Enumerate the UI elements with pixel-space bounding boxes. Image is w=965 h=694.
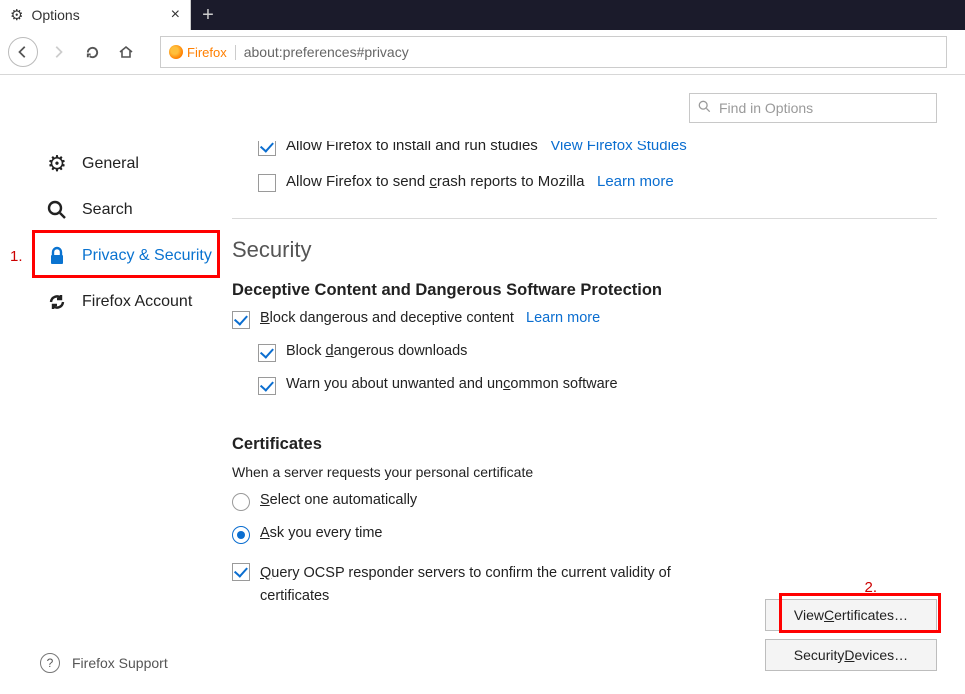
- sidebar-item-privacy-security[interactable]: Privacy & Security: [6, 233, 232, 279]
- reload-button[interactable]: [78, 38, 106, 66]
- new-tab-button[interactable]: +: [191, 0, 225, 30]
- home-button[interactable]: [112, 38, 140, 66]
- identity-label: Firefox: [187, 45, 227, 60]
- back-button[interactable]: [8, 37, 38, 67]
- cert-select-auto-radio[interactable]: [232, 493, 250, 511]
- search-placeholder: Find in Options: [719, 100, 813, 116]
- nav-toolbar: Firefox about:preferences#privacy: [0, 30, 965, 75]
- content-pane: Find in Options Allow Firefox to install…: [232, 75, 965, 694]
- forward-button[interactable]: [44, 38, 72, 66]
- sidebar-item-search[interactable]: Search: [6, 187, 232, 233]
- sidebar-item-label: Privacy & Security: [82, 247, 212, 265]
- identity-box[interactable]: Firefox: [161, 45, 236, 60]
- find-in-options[interactable]: Find in Options: [689, 93, 937, 123]
- crash-label: Allow Firefox to send crash reports to M…: [286, 173, 584, 190]
- ocsp-row: Query OCSP responder servers to confirm …: [232, 562, 702, 608]
- browser-tab-options[interactable]: ⚙ Options ×: [0, 0, 191, 30]
- cert-select-auto-row: Select one automatically: [232, 492, 937, 511]
- search-icon: [698, 100, 711, 116]
- cert-ask-row: Ask you every time: [232, 525, 937, 544]
- gear-icon: ⚙: [10, 6, 23, 24]
- tab-strip: ⚙ Options × +: [0, 0, 965, 30]
- sidebar-footer-label: Firefox Support: [72, 655, 168, 671]
- cutoff-row-studies: Allow Firefox to install and run studies…: [232, 141, 937, 159]
- sidebar-item-label: General: [82, 155, 139, 173]
- tab-title: Options: [31, 7, 79, 23]
- sidebar-item-general[interactable]: ⚙ General: [6, 141, 232, 187]
- sidebar: ⚙ General Search Privacy & Security Fire…: [0, 75, 232, 694]
- warn-uncommon-checkbox[interactable]: [258, 377, 276, 395]
- sidebar-item-label: Search: [82, 201, 133, 219]
- url-bar[interactable]: Firefox about:preferences#privacy: [160, 36, 947, 68]
- tab-close-icon[interactable]: ×: [171, 7, 180, 23]
- security-devices-button[interactable]: Security Devices…: [765, 639, 937, 671]
- block-content-checkbox[interactable]: [232, 311, 250, 329]
- cert-ask-radio[interactable]: [232, 526, 250, 544]
- warn-uncommon-row: Warn you about unwanted and uncommon sof…: [258, 376, 937, 395]
- block-content-row: Block dangerous and deceptive content Le…: [232, 310, 937, 329]
- crash-learn-more-link[interactable]: Learn more: [597, 173, 674, 190]
- certificates-heading: Certificates: [232, 435, 937, 454]
- firefox-icon: [169, 45, 183, 59]
- view-firefox-studies-link[interactable]: View Firefox Studies: [550, 141, 686, 154]
- preferences-body: ⚙ General Search Privacy & Security Fire…: [0, 75, 965, 694]
- ocsp-checkbox[interactable]: [232, 563, 250, 581]
- sidebar-item-firefox-account[interactable]: Firefox Account: [6, 279, 232, 325]
- studies-label: Allow Firefox to install and run studies: [286, 141, 538, 154]
- block-downloads-checkbox[interactable]: [258, 344, 276, 362]
- help-icon: ?: [40, 653, 60, 673]
- view-certificates-button[interactable]: View Certificates…: [765, 599, 937, 631]
- gear-icon: ⚙: [46, 153, 68, 175]
- sync-icon: [46, 291, 68, 313]
- sidebar-item-label: Firefox Account: [82, 293, 192, 311]
- deceptive-heading: Deceptive Content and Dangerous Software…: [232, 281, 937, 300]
- url-text: about:preferences#privacy: [236, 44, 417, 60]
- crash-reports-row: Allow Firefox to send crash reports to M…: [258, 173, 937, 192]
- lock-icon: [46, 245, 68, 267]
- section-divider: [232, 218, 937, 219]
- cert-buttons: View Certificates… Security Devices…: [765, 599, 937, 671]
- block-downloads-row: Block dangerous downloads: [258, 343, 937, 362]
- studies-checkbox[interactable]: [258, 141, 276, 156]
- security-heading: Security: [232, 237, 937, 263]
- certificates-intro: When a server requests your personal cer…: [232, 464, 937, 480]
- deceptive-learn-more-link[interactable]: Learn more: [526, 310, 600, 326]
- crash-reports-checkbox[interactable]: [258, 174, 276, 192]
- sidebar-footer[interactable]: ? Firefox Support: [40, 653, 168, 673]
- search-icon: [46, 199, 68, 221]
